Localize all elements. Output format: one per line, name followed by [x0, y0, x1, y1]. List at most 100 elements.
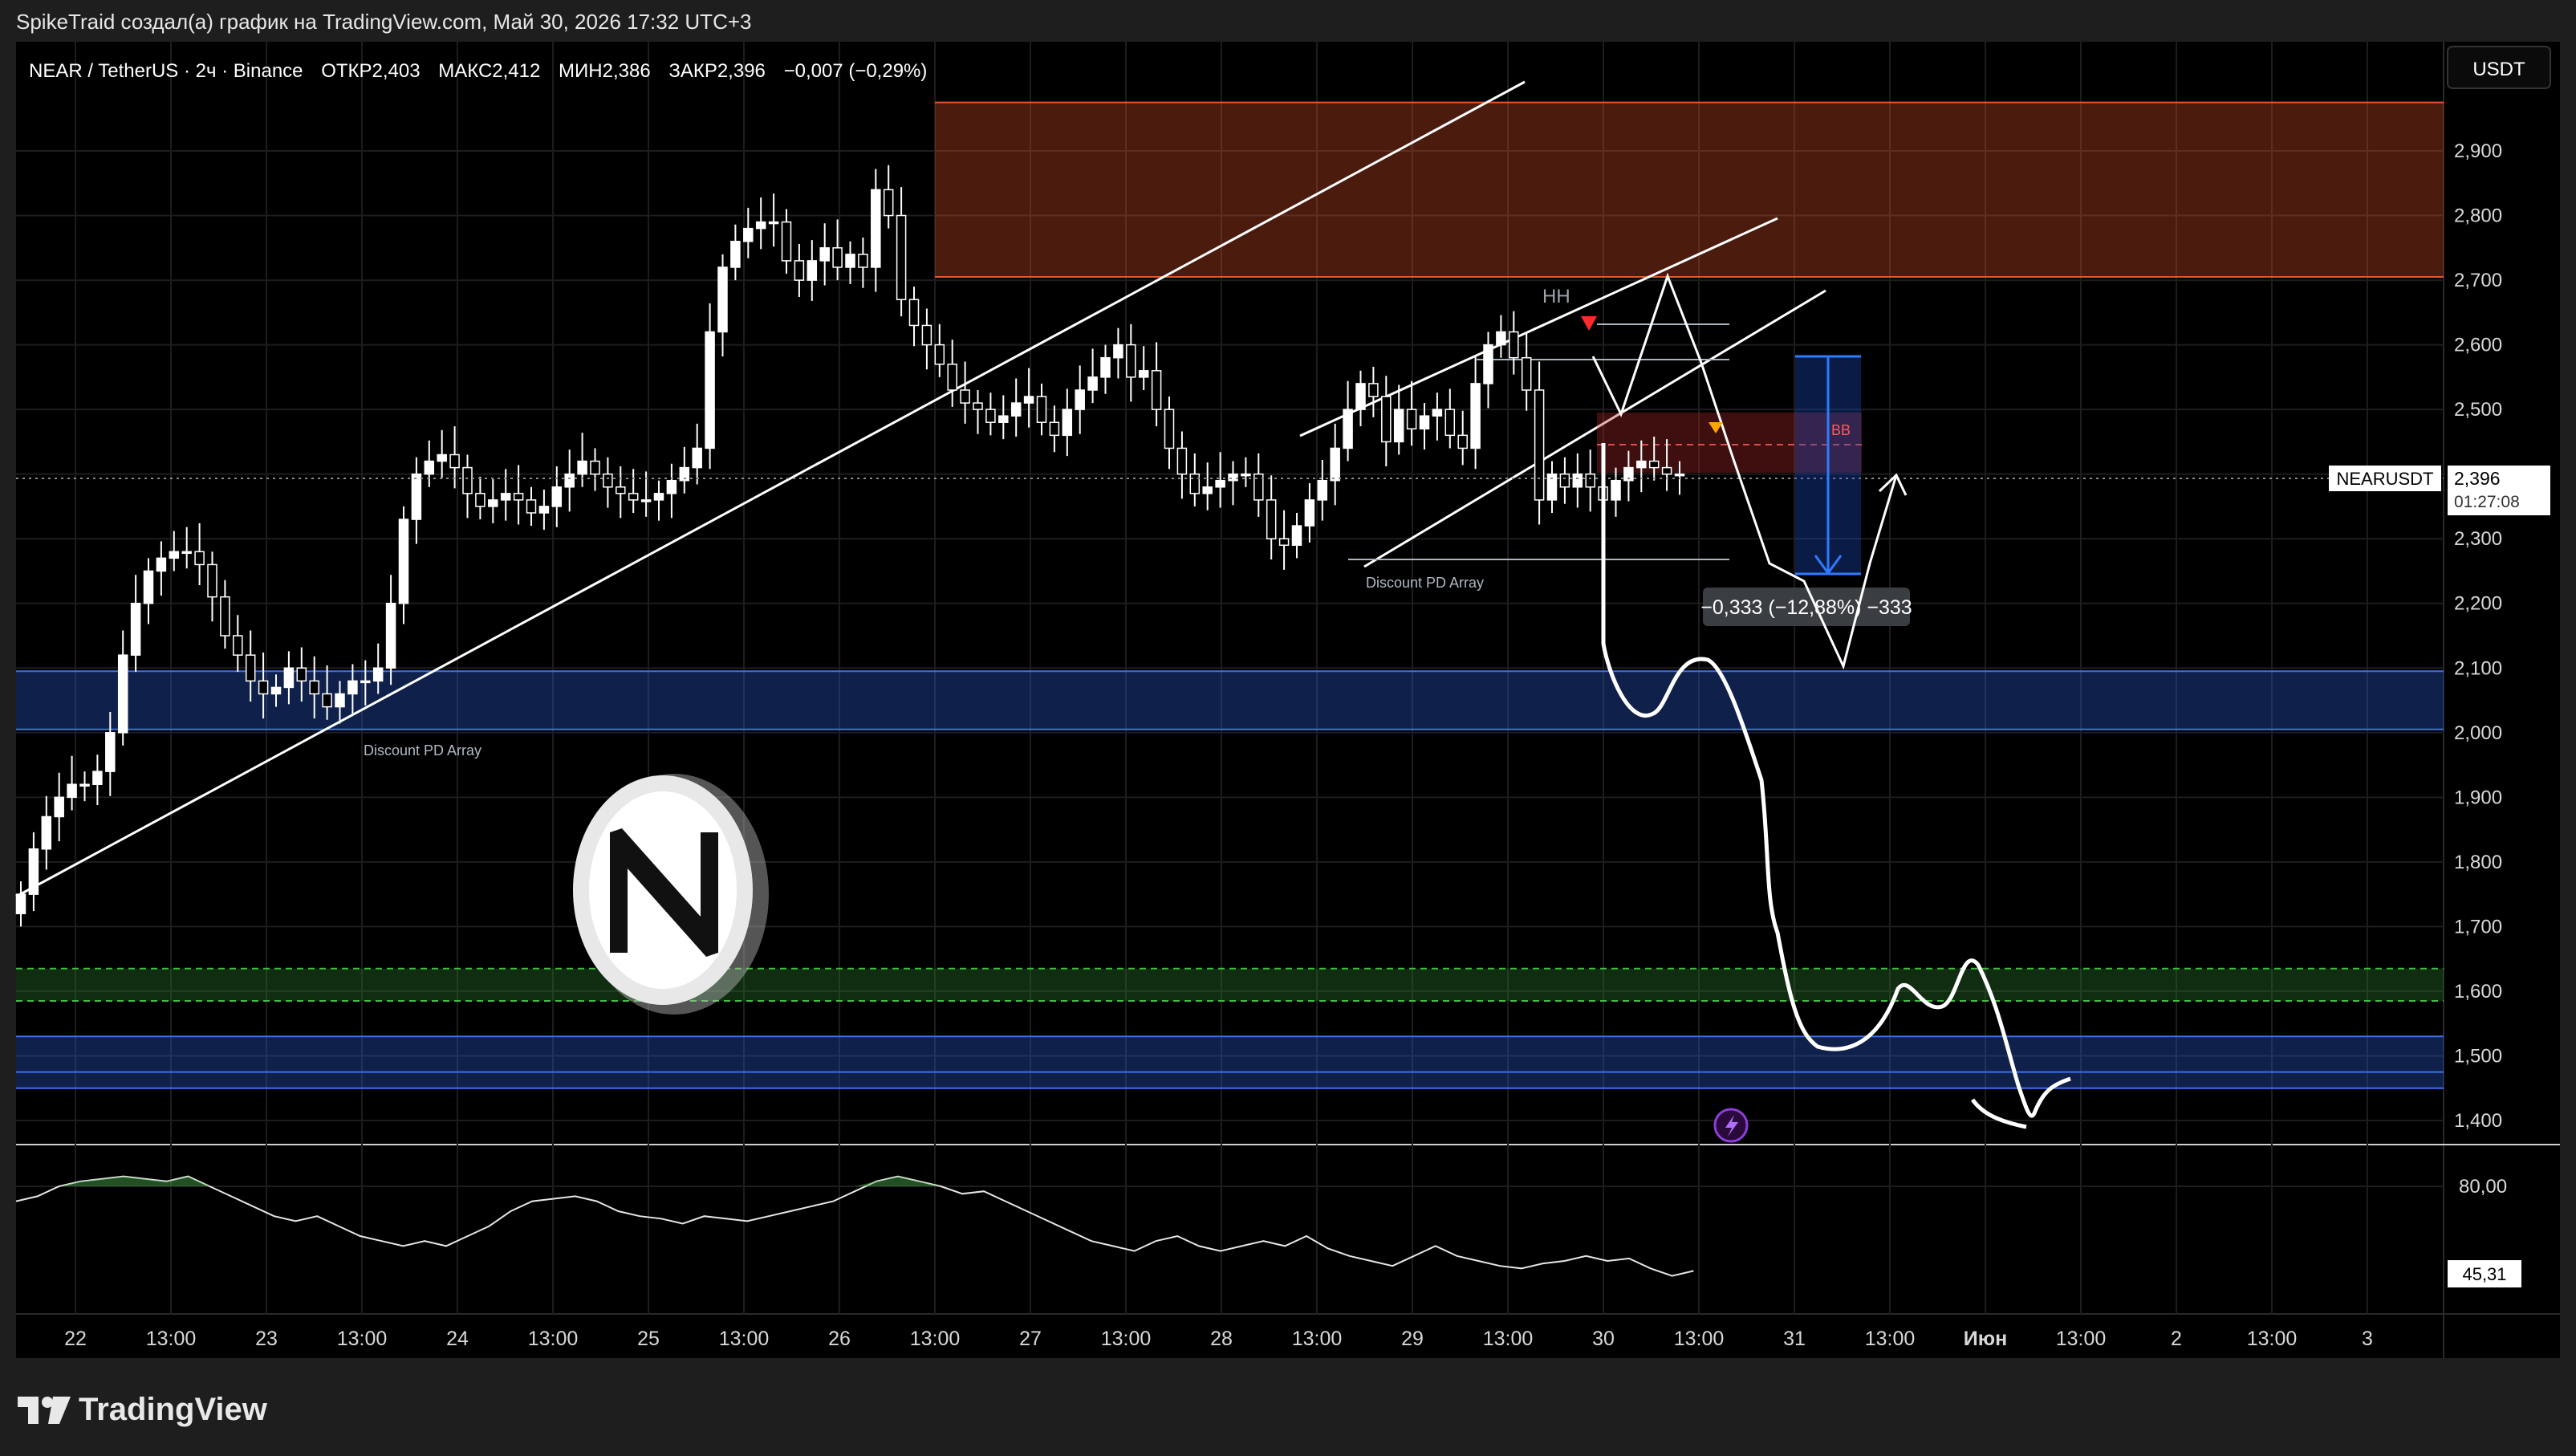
candle-body	[233, 635, 243, 656]
candle-body	[1457, 434, 1468, 449]
indicator-value: 45,31	[2462, 1264, 2506, 1284]
candle-body	[258, 680, 269, 695]
candle-body	[500, 493, 511, 501]
candle-body	[360, 680, 371, 684]
candle-body	[513, 493, 524, 501]
x-tick-label: 2	[2171, 1328, 2182, 1350]
attribution-text: SpikeTraid создал(а) график на TradingVi…	[16, 10, 752, 34]
hh-label: HH	[1542, 286, 1570, 307]
countdown-tag: 01:27:08	[2454, 493, 2520, 511]
candle-body	[462, 466, 473, 494]
candle-body	[130, 602, 141, 656]
x-tick-label: 23	[255, 1328, 278, 1350]
y-tick-label: 2,100	[2454, 657, 2502, 679]
candle-body	[207, 563, 217, 598]
x-tick-label: 28	[1210, 1328, 1233, 1350]
x-tick-label: 13:00	[2056, 1328, 2107, 1350]
candle-body	[194, 551, 205, 566]
x-tick-label: 27	[1019, 1328, 1042, 1350]
candle-body	[270, 686, 282, 695]
x-tick-label: 13:00	[719, 1328, 770, 1350]
x-tick-label: 13:00	[337, 1328, 388, 1350]
y-tick-label: 2,300	[2454, 528, 2502, 550]
candle-body	[1215, 479, 1225, 488]
candle-body	[1100, 356, 1111, 378]
candle-body	[322, 693, 332, 708]
tradingview-logo-icon	[18, 1396, 71, 1424]
x-tick-label: 26	[828, 1328, 851, 1350]
candle-body	[1611, 479, 1621, 501]
indicator-tick-label: 80,00	[2459, 1176, 2507, 1198]
candle-body	[1661, 466, 1672, 475]
candle-body	[628, 493, 639, 501]
y-tick-label: 2,500	[2454, 399, 2502, 421]
event-flag-icon[interactable]	[1713, 1108, 1749, 1143]
x-tick-label: 13:00	[1292, 1328, 1343, 1350]
candle-body	[794, 260, 805, 281]
y-tick-label: 2,000	[2454, 722, 2502, 744]
candle-body	[1113, 344, 1123, 359]
candle-body	[998, 415, 1009, 423]
ticker-label: NEARUSDT	[2336, 469, 2433, 489]
candle-body	[1241, 473, 1251, 477]
candle-body	[1470, 383, 1481, 449]
candle-body	[1674, 473, 1685, 477]
candle-body	[156, 557, 167, 572]
candle-body	[1317, 479, 1328, 501]
y-tick-label: 2,600	[2454, 335, 2502, 356]
legend-low: МИН2,386	[559, 60, 651, 82]
y-tick-label: 2,800	[2454, 205, 2502, 227]
candle-body	[15, 893, 26, 915]
candle-body	[590, 460, 600, 475]
x-tick-label: Июн	[1964, 1328, 2007, 1350]
currency-button-label[interactable]: USDT	[2472, 59, 2525, 80]
candle-body	[1126, 344, 1136, 378]
candle-body	[819, 247, 830, 262]
measure-label: −0,333 (−12,88%) −333	[1700, 596, 1912, 619]
x-tick-label: 3	[2362, 1328, 2373, 1350]
candle-body	[921, 324, 932, 346]
candle-body	[1496, 331, 1506, 346]
x-tick-label: 13:00	[2247, 1328, 2298, 1350]
candle-body	[616, 486, 626, 494]
candle-body	[105, 732, 116, 772]
candle-body	[551, 486, 563, 507]
candle-body	[538, 506, 550, 514]
tradingview-logo-text: TradingView	[79, 1392, 267, 1427]
candle-body	[1636, 460, 1647, 469]
candle-body	[768, 221, 779, 225]
candle-body	[1444, 409, 1456, 437]
legend-change: −0,007 (−0,29%)	[784, 60, 928, 82]
y-tick-label: 1,600	[2454, 981, 2502, 1003]
candle-body	[717, 266, 728, 333]
candle-body	[1138, 370, 1149, 378]
tradingview-logo[interactable]: TradingView	[18, 1392, 267, 1428]
candle-body	[1648, 460, 1660, 469]
candle-body	[1278, 538, 1290, 547]
x-tick-label: 24	[446, 1328, 469, 1350]
x-tick-label: 29	[1401, 1328, 1424, 1350]
candle-body	[1304, 499, 1315, 527]
candle-body	[1062, 409, 1073, 437]
price-chart[interactable]: −0,333 (−12,88%) −333 HH BB Discount PD …	[0, 42, 2576, 1358]
candle-body	[41, 815, 52, 850]
candle-body	[1419, 415, 1430, 430]
candle-body	[92, 771, 103, 785]
candle-body	[883, 189, 894, 217]
candle-body	[1432, 409, 1443, 417]
candle-body	[1381, 396, 1392, 443]
candle-body	[1228, 473, 1238, 482]
candle-body	[169, 551, 180, 559]
y-tick-label: 1,500	[2454, 1045, 2502, 1067]
candle-body	[1266, 499, 1277, 539]
y-tick-label: 1,800	[2454, 852, 2502, 873]
candle-body	[692, 447, 702, 469]
candle-body	[1010, 402, 1022, 417]
candle-body	[832, 247, 843, 268]
y-tick-label: 2,700	[2454, 270, 2502, 291]
candle-body	[526, 499, 537, 514]
candle-body	[143, 570, 154, 604]
x-tick-label: 13:00	[528, 1328, 579, 1350]
candle-body	[603, 473, 613, 488]
measure-tool[interactable]	[1795, 355, 1861, 575]
